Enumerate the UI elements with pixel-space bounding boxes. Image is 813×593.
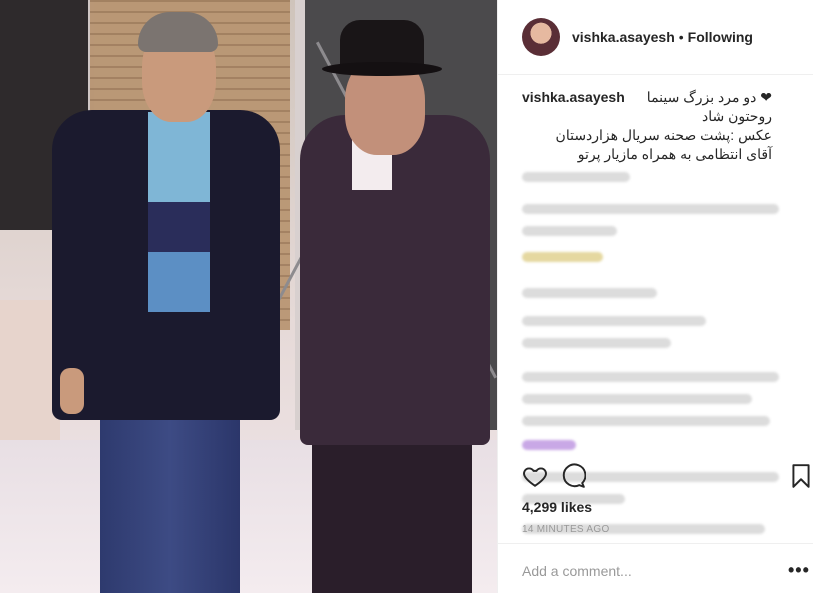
caption-line: روحتون شاد: [701, 108, 772, 124]
blurred-comment: [522, 204, 779, 214]
blurred-comment: [522, 316, 706, 326]
blurred-comment: [522, 372, 779, 382]
man-left-hand: [60, 368, 84, 414]
comment-icon[interactable]: [560, 463, 587, 489]
comments-list: [522, 168, 792, 534]
man-left-shirt: [148, 112, 210, 312]
divider: [498, 543, 813, 544]
caption-username[interactable]: vishka.asayesh: [522, 88, 625, 107]
blurred-comment: [522, 394, 752, 404]
blurred-comment: [522, 440, 576, 450]
blurred-comment: [522, 338, 671, 348]
header-text: vishka.asayesh • Following: [572, 29, 753, 45]
header-separator: •: [678, 29, 684, 45]
caption: vishka.asayesh ❤ دو مرد بزرگ سینما روحتو…: [522, 88, 772, 164]
blurred-comment: [522, 172, 630, 182]
header-username[interactable]: vishka.asayesh: [572, 29, 675, 45]
heart-icon[interactable]: [522, 463, 548, 489]
post-side-panel: vishka.asayesh • Following vishka.asayesh …: [497, 0, 813, 593]
man-right-hat: [322, 20, 442, 80]
comment-input[interactable]: [522, 560, 772, 582]
man-right-coat: [300, 115, 490, 445]
man-right-legs: [312, 420, 472, 593]
follow-button[interactable]: Following: [688, 29, 753, 45]
more-options-icon[interactable]: •••: [788, 560, 810, 581]
instagram-post: vishka.asayesh • Following vishka.asayesh …: [0, 0, 813, 593]
caption-line: آقای انتظامی به همراه مازیار پرتو: [577, 146, 772, 162]
avatar[interactable]: [522, 18, 560, 56]
bookmark-icon[interactable]: [788, 463, 813, 489]
blurred-comment: [522, 252, 603, 262]
blurred-comment: [522, 288, 657, 298]
likes-count[interactable]: 4,299 likes: [522, 499, 592, 515]
blurred-comment: [522, 416, 771, 426]
post-timestamp[interactable]: 14 MINUTES AGO: [522, 524, 610, 535]
caption-line: عکس :پشت صحنه سریال هزاردستان: [555, 127, 772, 143]
blurred-comment: [522, 226, 617, 236]
post-header: vishka.asayesh • Following: [498, 0, 813, 75]
post-photo[interactable]: [0, 0, 497, 593]
